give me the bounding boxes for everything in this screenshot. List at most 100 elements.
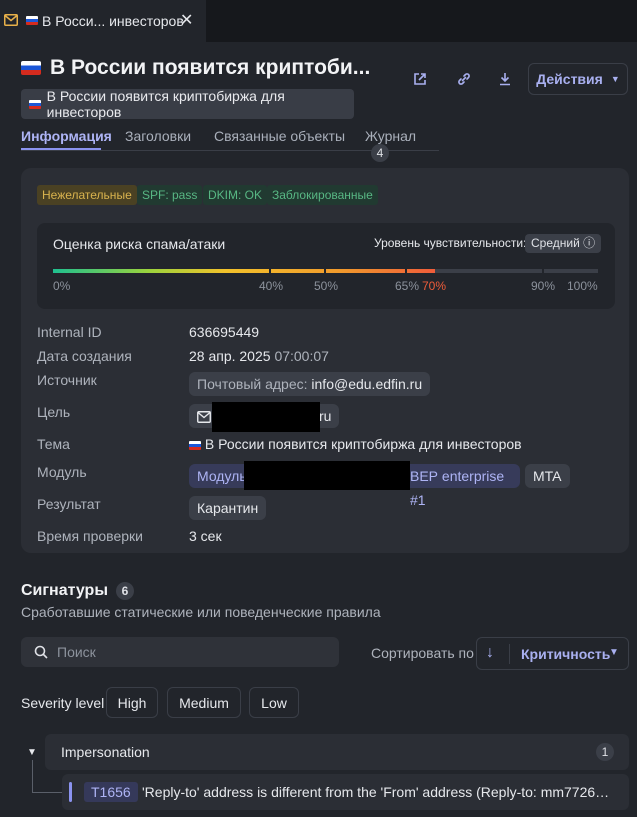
severity-high-button[interactable]: High [106,687,158,718]
open-external-icon[interactable] [411,70,429,88]
module-suffix: ВЕР enterprise #1 [410,468,505,508]
tick-label: 0% [53,279,71,293]
page-title-row: В России появится криптоби... [21,56,370,80]
module-prefix: Модуль [197,468,247,484]
source-value: info@edu.edfin.ru [311,376,423,392]
subject-value: В России появится криптобиржа для инвест… [189,436,522,452]
tab-related-objects[interactable]: Связанные объекты [214,128,345,144]
download-icon[interactable] [496,70,514,88]
rule-text: 'Reply-to' address is different from the… [142,784,616,800]
mail-icon [4,14,18,26]
created-date: 28 апр. 2025 [189,348,271,364]
collapse-caret-icon[interactable]: ▼ [27,747,37,758]
rule-code: T1656 [84,782,138,802]
mail-icon [197,411,211,424]
source-pill[interactable]: Почтовый адрес: info@edu.edfin.ru [189,372,431,396]
document-tab[interactable]: В Росси... инвесторов ✕ [0,0,206,42]
tab-label: В Росси... инвесторов [42,13,184,29]
sort-dropdown[interactable]: ↓ Критичность ▼ [476,637,629,670]
tab-journal-label: Журнал [365,128,417,144]
tree-line [32,760,33,792]
sort-value: Критичность [521,646,611,662]
tick-label: 50% [314,279,339,293]
risk-tick [542,265,544,277]
tick-label-score: 70% [422,279,447,293]
signatures-count-badge: 6 [115,582,134,600]
internal-id-value: 636695449 [189,324,260,340]
chevron-down-icon: ▼ [609,647,619,658]
journal-count-badge: 4 [371,144,389,162]
module-key: Модуль [37,464,87,480]
risk-bar-fill [53,269,435,273]
source-key: Источник [37,372,97,388]
result-key: Результат [37,496,101,512]
signature-group[interactable]: Impersonation 1 [45,734,629,770]
tick-label: 65% [395,279,420,293]
chevron-down-icon: ▼ [610,74,620,84]
severity-label: Severity level [21,695,105,711]
subject-key: Тема [37,436,70,452]
sort-label: Сортировать по [371,645,474,661]
created-value: 28 апр. 2025 07:00:07 [189,348,329,364]
tag-blocked: Заблокированные [267,185,378,205]
check-time-key: Время проверки [37,528,143,544]
internal-id-key: Internal ID [37,324,102,340]
severity-low-button[interactable]: Low [249,687,299,718]
signature-rule-row[interactable]: T1656 'Reply-to' address is different fr… [62,774,629,810]
search-placeholder: Поиск [57,644,96,660]
search-icon [34,645,48,659]
target-suffix: ru [319,408,332,424]
risk-tick [324,265,326,277]
created-time: 07:00:07 [274,348,329,364]
actions-label: Действия [536,71,603,87]
tab-journal[interactable]: Журнал4 [365,128,439,162]
sensitivity-button[interactable]: Средний ⓘ [525,234,602,253]
group-label: Impersonation [61,744,150,760]
risk-tick [405,265,407,277]
signatures-subtitle: Сработавшие статические или поведенчески… [21,604,381,620]
sensitivity-value: Средний [531,236,580,250]
tag-unwanted: Нежелательные [37,185,137,205]
result-pill: Карантин [189,496,267,520]
search-input[interactable]: Поиск [21,637,339,667]
rule-accent-bar [69,782,72,802]
tag-dkim: DKIM: OK [203,185,268,205]
subject-text: В России появится криптобиржа для инвест… [204,436,522,452]
tab-bar: В Росси... инвесторов ✕ [0,0,637,42]
check-time-value: 3 сек [189,528,222,544]
severity-medium-button[interactable]: Medium [167,687,241,718]
page-title: В России появится криптоби... [50,56,371,79]
module-tag[interactable]: MTA [525,464,570,488]
tab-information[interactable]: Информация [21,128,112,144]
sort-separator [509,644,510,664]
source-prefix: Почтовый адрес: [197,376,308,392]
group-count-badge: 1 [596,743,614,761]
russia-flag-icon [29,99,41,109]
redaction-box [244,461,410,490]
nav-tabs: Информация Заголовки Связанные объекты Ж… [21,124,439,162]
signatures-title-text: Сигнатуры [21,582,108,599]
russia-flag-icon [21,61,41,75]
actions-button[interactable]: Действия ▼ [528,63,628,95]
close-icon[interactable]: ✕ [180,10,193,30]
sensitivity-label: Уровень чувствительности: [374,236,527,250]
russia-flag-icon [189,440,201,450]
risk-title: Оценка риска спама/атаки [53,236,226,252]
tree-line [32,792,62,793]
title-tooltip: В России появится криптобиржа для инвест… [21,88,354,120]
redaction-box [212,402,320,432]
risk-tick [269,265,271,277]
tooltip-text: В России появится криптобиржа для инвест… [46,88,285,120]
tick-label: 100% [567,279,598,293]
signatures-title: Сигнатуры 6 [21,582,134,600]
help-icon: ⓘ [583,236,596,250]
russia-flag-icon [26,16,38,25]
tab-headers[interactable]: Заголовки [125,128,191,144]
target-key: Цель [37,404,71,420]
sort-direction-icon[interactable]: ↓ [486,644,494,662]
tick-label: 40% [259,279,284,293]
tick-label: 90% [531,279,556,293]
tag-spf: SPF: pass [137,185,203,205]
link-icon[interactable] [455,70,473,88]
active-tab-indicator [21,148,101,150]
